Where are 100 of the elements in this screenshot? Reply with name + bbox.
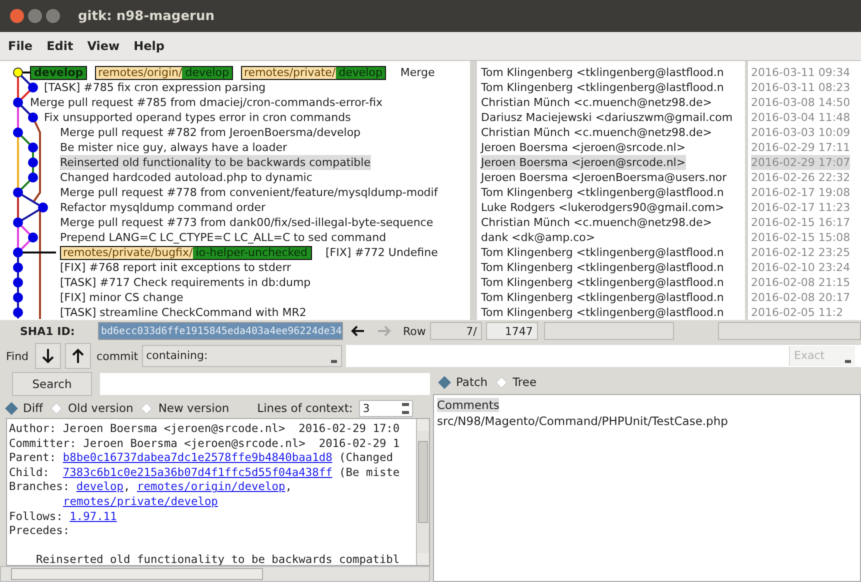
commit-author: Christian Münch <c.muench@netz98.de> (481, 215, 712, 230)
view-radio-button[interactable]: Patch (437, 375, 488, 389)
row-label: Row (403, 324, 426, 338)
detail-text: , (124, 480, 132, 494)
commit-author: dank <dk@amp.co> (481, 230, 596, 245)
view-radio-button[interactable]: New version (139, 401, 230, 415)
commit-author: Tom Klingenberg <tklingenberg@lastflood.n (481, 185, 724, 200)
commit-subject[interactable]: [FIX] #768 report init exceptions to stderr (60, 260, 292, 275)
commit-subject[interactable]: [TASK] #785 fix cron expression parsing (44, 80, 266, 95)
up-arrow-icon (70, 348, 85, 364)
detail-text: Committer: Jeroen Boersma <jeroen@srcode.nl> 2016-02-29 1 (9, 436, 400, 450)
file-list-item[interactable]: src/N98/Magento/Command/PHPUnit/TestCase.php (437, 414, 728, 428)
horizontal-scrollbar[interactable] (0, 566, 430, 582)
commit-date: 2016-02-17 11:23 (751, 200, 850, 215)
menu-item[interactable]: Edit (46, 39, 74, 53)
commit-author: Jeroen Boersma <jeroen@srcode.nl> (481, 140, 686, 155)
menu-item[interactable]: Help (134, 39, 165, 53)
commit-author: Christian Münch <c.muench@netz98.de> (481, 125, 712, 140)
branch-tag[interactable]: remotes/origin/ develop (95, 66, 234, 80)
detail-text: (Changed (338, 451, 393, 464)
commit-subject[interactable]: Merge pull request #782 from JeroenBoersma/develop (60, 125, 361, 140)
commit-author: Tom Klingenberg <tklingenberg@lastflood.n (481, 290, 724, 305)
branch-tag[interactable]: develop (30, 66, 88, 80)
commit-subject[interactable]: Refactor mysqldump command order (60, 200, 266, 215)
commit-author: Tom Klingenberg <tklingenberg@lastflood.n (481, 80, 724, 95)
commit-date: 2016-02-12 23:25 (751, 245, 850, 260)
commit-subject[interactable]: Be mister nice guy, always have a loader (60, 140, 288, 155)
caret-icon (331, 360, 338, 362)
commit-subject[interactable]: Merge (400, 65, 435, 80)
search-button[interactable]: Search (12, 372, 92, 396)
commit-date: 2016-02-26 22:32 (751, 170, 850, 185)
context-spinbox[interactable]: 3 (358, 400, 413, 416)
menu-item[interactable]: File (8, 39, 33, 53)
commit-date: 2016-02-29 17:07 (751, 155, 850, 170)
commit-subject[interactable]: Merge pull request #785 from dmaciej/cron-commands-error-fix (30, 95, 383, 110)
detail-text: , (285, 480, 292, 494)
commit-author: Tom Klingenberg <tklingenberg@lastflood.n (481, 245, 724, 260)
commit-subject[interactable]: Merge pull request #778 from convenient/feature/mysqldump-modif (60, 185, 438, 200)
minimize-button[interactable] (28, 9, 42, 23)
commit-date: 2016-02-10 23:24 (751, 260, 850, 275)
branch-tag[interactable]: remotes/private/bugfix/ io-helper-unchecked (60, 246, 312, 260)
left-arrow-icon (351, 325, 365, 337)
commit-date: 2016-03-11 09:34 (751, 65, 850, 80)
commit-subject[interactable]: Reinserted old functionality to be backwards compatible (60, 155, 370, 170)
commit-author: Dariusz Maciejewski <dariuszwm@gmail.com (481, 110, 733, 125)
commit-date: 2016-02-15 15:08 (751, 230, 850, 245)
find-next-button[interactable] (34, 343, 61, 369)
commit-date: 2016-03-08 14:50 (751, 95, 850, 110)
commit-date: 2016-02-08 20:17 (751, 290, 850, 305)
commit-link[interactable]: b8be0c16737dabea7dc1e2578ffe9b4840baa1d8 (62, 451, 332, 464)
commit-author: Christian Münch <c.muench@netz98.de> (481, 95, 712, 110)
commit-subject[interactable]: [TASK] streamline CheckCommand with MR2 (60, 305, 306, 320)
sha1-label: SHA1 ID: (20, 324, 76, 338)
detail-text: Branches: (9, 480, 71, 494)
spin-arrows-icon[interactable] (402, 402, 409, 414)
down-arrow-icon (40, 348, 55, 364)
commit-author: Tom Klingenberg <tklingenberg@lastflood.n (481, 305, 724, 320)
caret-icon (845, 360, 851, 362)
view-radio-button[interactable]: Tree (494, 375, 537, 389)
commit-subject[interactable]: [TASK] #717 Check requirements in db:dump (60, 275, 311, 290)
row-number-field: 7/ (430, 322, 482, 340)
commit-link[interactable]: develop (76, 480, 124, 494)
commit-subject[interactable]: Changed hardcoded autoload.php to dynamic (60, 170, 312, 185)
commit-link[interactable]: remotes/origin/develop (137, 480, 286, 494)
file-list-item[interactable]: Comments (437, 398, 500, 412)
commit-date: 2016-02-15 16:17 (751, 215, 850, 230)
view-radio-button[interactable]: Old version (48, 401, 134, 415)
detail-text: Parent: (9, 451, 58, 464)
find-previous-button[interactable] (64, 343, 91, 369)
search-field[interactable] (100, 373, 430, 395)
commit-author: Jeroen Boersma <jeroen@srcode.nl> (481, 155, 686, 170)
detail-text: (Be miste (338, 466, 400, 479)
commit-subject[interactable]: Fix unsupported operand types error in cron commands (44, 110, 351, 125)
commit-date: 2016-02-17 19:08 (751, 185, 850, 200)
find-mode-dropdown[interactable]: containing: (142, 345, 342, 367)
commit-date: 2016-03-04 11:48 (751, 110, 850, 125)
commit-date: 2016-02-29 17:11 (751, 140, 850, 155)
commit-link[interactable]: 7383c6b1c0e215a36b07d4f1ffc5d55f04a438ff (62, 466, 332, 479)
menu-item[interactable]: View (87, 39, 120, 53)
commit-subject[interactable]: [FIX] minor CS change (60, 290, 184, 305)
close-button[interactable] (10, 9, 24, 23)
find-type-label: commit (96, 350, 138, 362)
commit-date: 2016-02-08 21:15 (751, 275, 850, 290)
commit-subject[interactable]: Prepend LANG=C LC_CTYPE=C LC_ALL=C to sed command (60, 230, 386, 245)
commit-link[interactable]: 1.97.11 (70, 510, 117, 523)
vertical-scrollbar[interactable] (416, 419, 429, 565)
commit-link[interactable]: remotes/private/develop (63, 494, 218, 508)
detail-text: Child: (9, 466, 50, 479)
view-radio-button[interactable]: Diff (4, 401, 43, 415)
commit-subject[interactable]: [FIX] #772 Undefine (326, 245, 438, 260)
branch-tag[interactable]: remotes/private/ develop (241, 66, 386, 80)
maximize-button[interactable] (46, 9, 60, 23)
detail-text: Precedes: (9, 524, 70, 538)
commit-author: Tom Klingenberg <tklingenberg@lastflood.n (481, 260, 724, 275)
detail-text: Author: Jeroen Boersma <jeroen@srcode.nl> 2016-02-29 17:0 (9, 422, 400, 435)
commit-date: 2016-02-05 11:2 (751, 305, 844, 320)
commit-author: Jeroen Boersma <JeroenBoersma@users.nor (481, 170, 727, 185)
commit-subject[interactable]: Merge pull request #773 from dank00/fix/sed-illegal-byte-sequence (60, 215, 434, 230)
detail-text: Follows: (9, 510, 64, 523)
commit-author: Tom Klingenberg <tklingenberg@lastflood.n (481, 65, 724, 80)
